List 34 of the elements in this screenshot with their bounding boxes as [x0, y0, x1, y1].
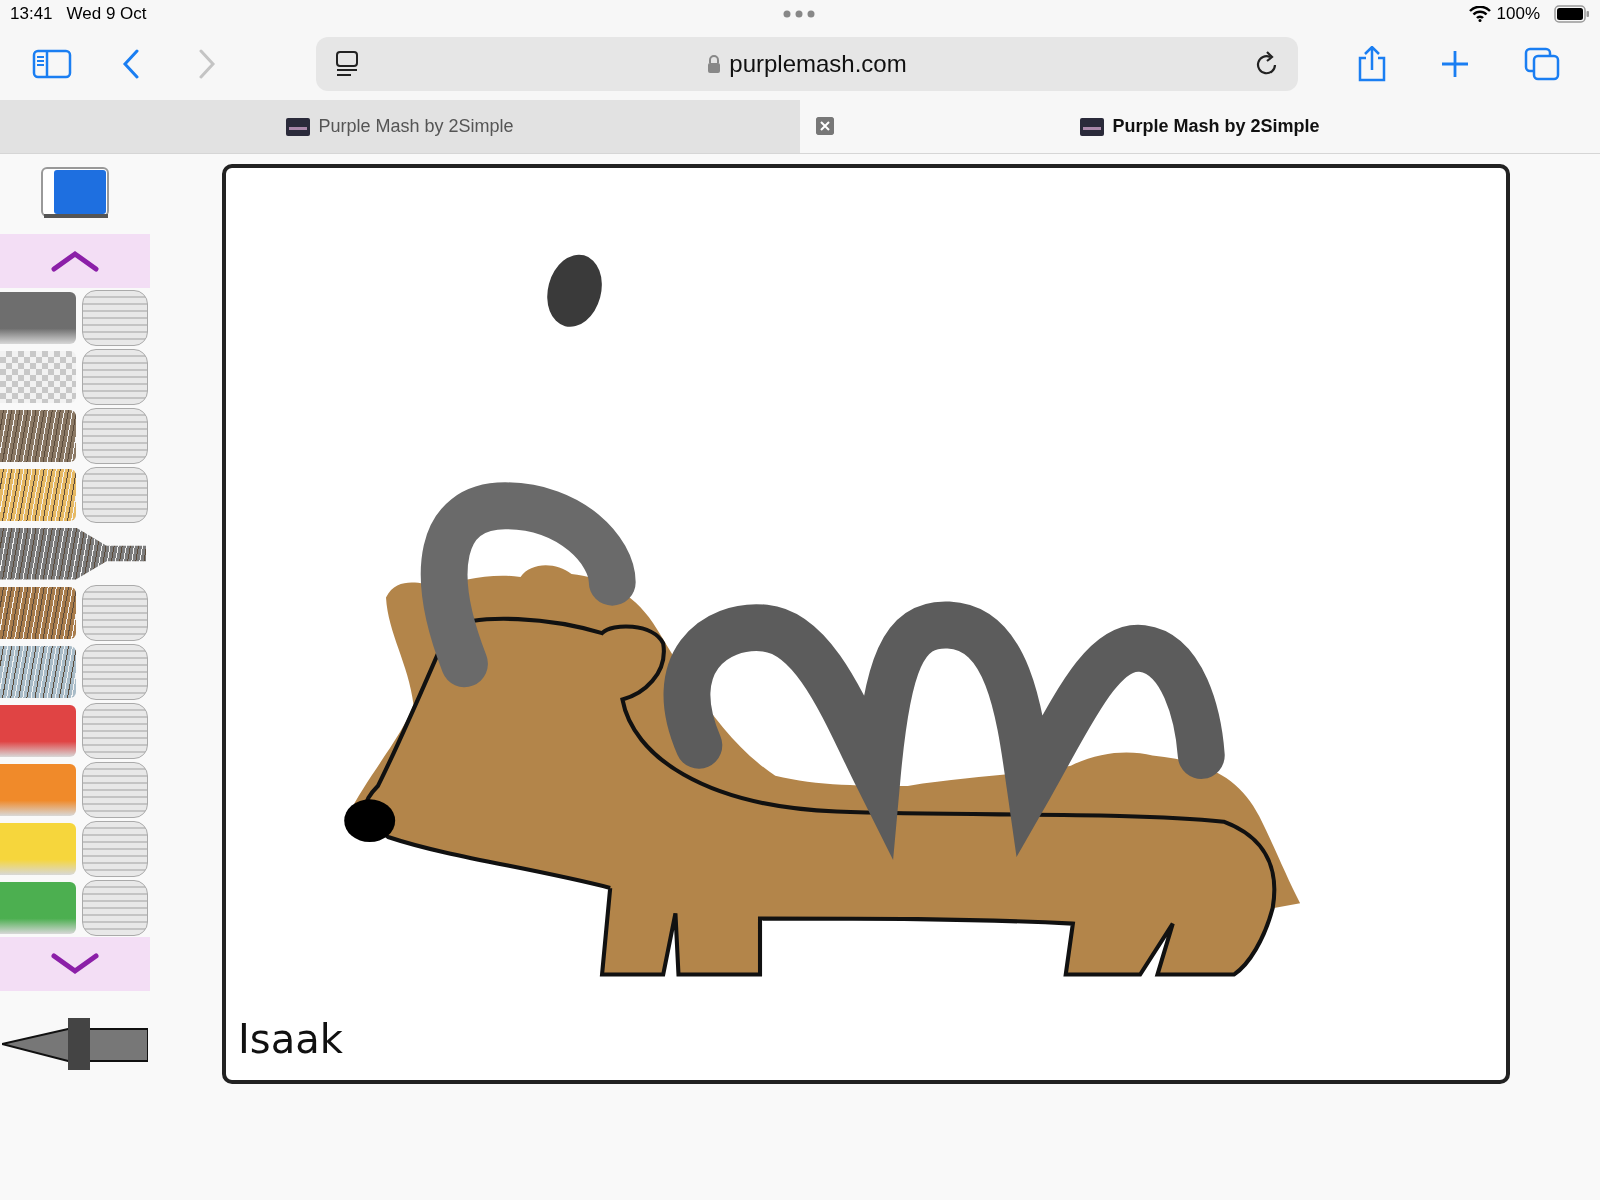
address-bar[interactable]: purplemash.com [316, 37, 1298, 91]
scroll-up-button[interactable] [0, 234, 150, 288]
back-icon[interactable] [122, 49, 140, 79]
drawing-canvas[interactable]: Isaak [222, 164, 1510, 1084]
plus-icon[interactable] [1440, 49, 1470, 79]
selected-pen-icon [0, 527, 146, 580]
chevron-up-icon [50, 250, 100, 272]
favicon-icon [286, 117, 311, 136]
close-tab-icon[interactable] [816, 117, 834, 135]
url-text: purplemash.com [729, 50, 907, 78]
lock-icon [707, 55, 722, 73]
share-icon[interactable] [1356, 46, 1388, 82]
scroll-down-button[interactable] [0, 937, 150, 991]
brush-tip-icon[interactable] [2, 1017, 148, 1071]
eraser-icon[interactable] [40, 166, 110, 220]
pen-tool[interactable] [0, 465, 150, 524]
chevron-down-icon [50, 953, 100, 975]
status-time: 13:41 [10, 4, 53, 24]
status-date: Wed 9 Oct [66, 4, 147, 24]
pen-tool[interactable] [0, 701, 150, 760]
pen-tool[interactable] [0, 642, 150, 701]
wifi-icon [1468, 6, 1491, 22]
sidebar-icon[interactable] [32, 49, 72, 79]
pen-tool[interactable] [0, 406, 150, 465]
pen-tool[interactable] [0, 583, 150, 642]
pen-tool[interactable] [0, 288, 150, 347]
favicon-icon [1080, 117, 1105, 136]
browser-tab[interactable]: Purple Mash by 2Simple [0, 100, 800, 153]
signature-text: Isaak [238, 1016, 343, 1062]
battery-icon [1554, 5, 1590, 23]
more-icon[interactable] [783, 10, 815, 18]
reader-icon[interactable] [334, 50, 360, 78]
battery-percent: 100% [1496, 4, 1540, 24]
tabs-icon[interactable] [1524, 47, 1560, 81]
